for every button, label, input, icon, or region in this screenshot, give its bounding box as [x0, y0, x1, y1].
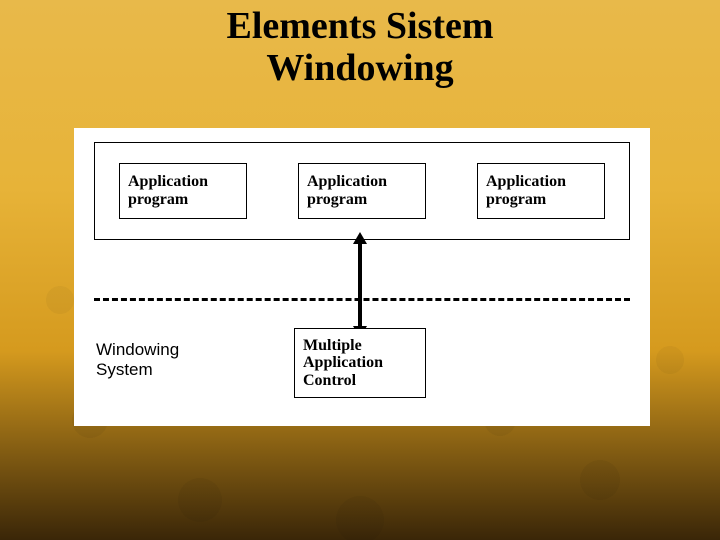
application-programs-container: Application program Application program … — [94, 142, 630, 240]
multiple-application-control-box: Multiple Application Control — [294, 328, 426, 398]
windowing-system-label: Windowing System — [96, 340, 179, 379]
bidirectional-arrow-icon — [358, 242, 362, 328]
application-program-box: Application program — [298, 163, 426, 219]
application-program-box: Application program — [119, 163, 247, 219]
diagram-panel: Application program Application program … — [74, 128, 650, 426]
slide-title: Elements Sistem Windowing — [0, 0, 720, 90]
layer-divider — [94, 298, 630, 301]
application-program-box: Application program — [477, 163, 605, 219]
